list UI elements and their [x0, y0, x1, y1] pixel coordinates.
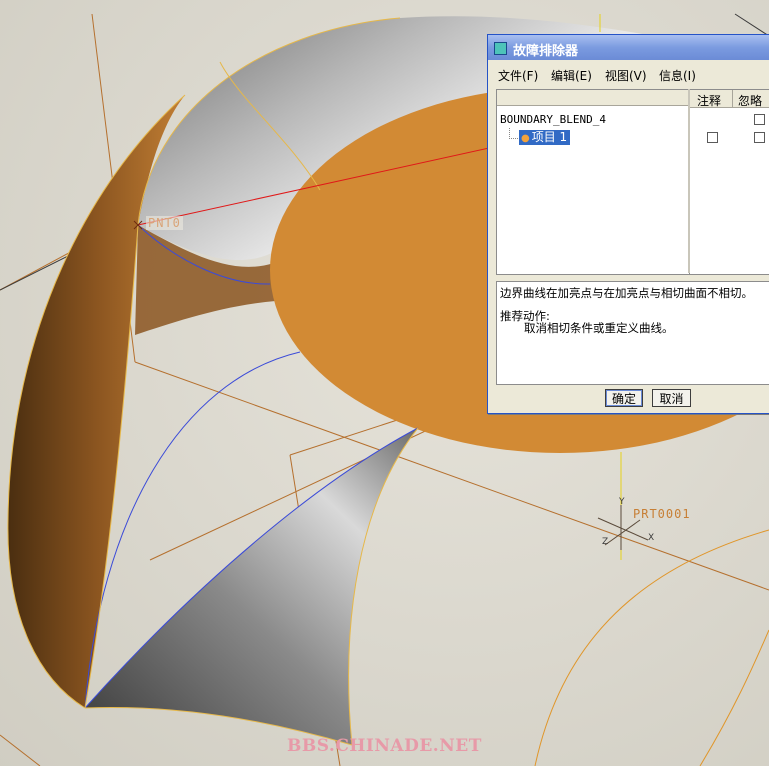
tree-child-label: 项目 1: [531, 130, 568, 144]
axis-x-label: X: [648, 533, 655, 543]
axis-z-label: Z: [602, 537, 609, 547]
note-checkbox-item1[interactable]: [707, 132, 718, 143]
menu-edit[interactable]: 编辑(E): [551, 67, 592, 84]
datum-point-label: PNT0: [146, 216, 183, 230]
menu-info[interactable]: 信息(I): [659, 67, 696, 84]
menu-file[interactable]: 文件(F): [498, 67, 538, 84]
ok-button[interactable]: 确定: [605, 389, 643, 407]
coord-sys-label: PRT0001: [633, 507, 691, 521]
message-panel: 边界曲线在加亮点与在加亮点与相切曲面不相切。 推荐动作: 取消相切条件或重定义曲…: [496, 281, 769, 385]
status-columns-panel: 注释 忽略: [690, 89, 769, 275]
tree-child-item[interactable]: ● 项目 1: [519, 130, 571, 145]
cancel-button[interactable]: 取消: [652, 389, 691, 407]
app-icon: [494, 42, 507, 55]
watermark: BBS.CHINADE.NET: [287, 736, 482, 756]
column-header-note[interactable]: 注释: [697, 92, 721, 109]
dialog-titlebar[interactable]: 故障排除器: [488, 35, 769, 60]
tree-header: [497, 90, 689, 106]
column-separator[interactable]: [732, 90, 733, 107]
column-header-ignore[interactable]: 忽略: [738, 92, 762, 109]
columns-header: 注释 忽略: [690, 90, 769, 108]
menu-view[interactable]: 视图(V): [605, 67, 647, 84]
message-action-text: 取消相切条件或重定义曲线。: [524, 321, 674, 335]
ignore-checkbox-root[interactable]: [754, 114, 765, 125]
item-bullet-icon: ●: [521, 133, 530, 144]
message-description: 边界曲线在加亮点与在加亮点与相切曲面不相切。: [500, 286, 753, 300]
menu-bar: 文件(F) 编辑(E) 视图(V) 信息(I): [488, 61, 769, 85]
tree-panel[interactable]: BOUNDARY_BLEND_4 ● 项目 1: [496, 89, 690, 275]
tree-root-item[interactable]: BOUNDARY_BLEND_4: [500, 113, 606, 126]
dialog-title: 故障排除器: [513, 44, 579, 59]
ignore-checkbox-item1[interactable]: [754, 132, 765, 143]
troubleshooter-dialog: 故障排除器 文件(F) 编辑(E) 视图(V) 信息(I) BOUNDARY_B…: [487, 34, 769, 414]
axis-y-label: Y: [619, 497, 625, 507]
